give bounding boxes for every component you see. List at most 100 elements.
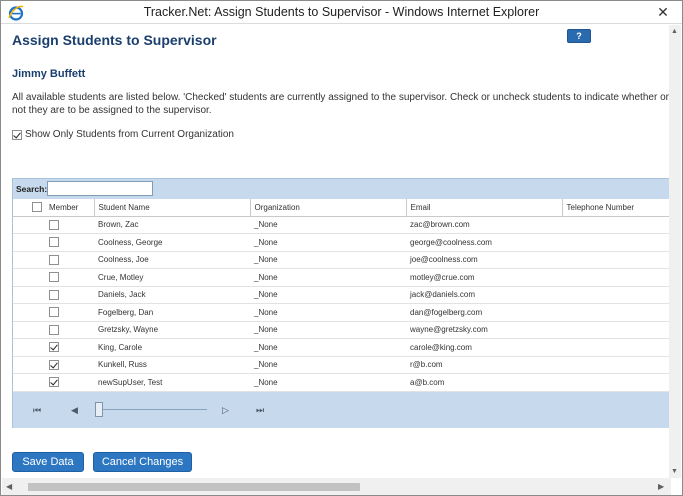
table-row[interactable]: Coolness, George _None george@coolness.com (13, 233, 671, 252)
member-checkbox[interactable] (48, 324, 59, 335)
scroll-right-icon[interactable]: ▶ (658, 482, 664, 491)
member-cell[interactable] (13, 286, 94, 304)
telephone-cell (562, 338, 671, 357)
show-only-checkbox[interactable] (12, 129, 22, 140)
title-bar: Tracker.Net: Assign Students to Supervis… (1, 1, 682, 24)
member-checkbox[interactable] (48, 377, 59, 388)
member-checkbox[interactable] (48, 254, 59, 265)
telephone-cell (562, 356, 671, 374)
organization-cell: _None (250, 356, 406, 374)
students-table: Member Student Name Organization Email T… (13, 199, 671, 392)
column-header-member[interactable]: Member (13, 199, 95, 217)
organization-cell: _None (250, 233, 406, 252)
member-header-label: Member (49, 202, 79, 212)
scroll-left-icon[interactable]: ◀ (6, 482, 12, 491)
first-page-button[interactable]: ⏮ (33, 405, 41, 415)
student-name-cell: Kunkell, Russ (94, 356, 250, 374)
member-cell[interactable] (13, 303, 94, 322)
telephone-cell (562, 268, 671, 287)
telephone-cell (562, 286, 671, 304)
student-name-cell: Gretzsky, Wayne (94, 321, 250, 339)
student-name-cell: Coolness, George (94, 233, 250, 252)
member-cell[interactable] (13, 373, 94, 392)
supervisor-name: Jimmy Buffett (12, 68, 86, 80)
student-name-cell: newSupUser, Test (94, 373, 250, 392)
students-grid: Search: Member Student Name Organization (12, 178, 671, 428)
member-checkbox[interactable] (48, 289, 59, 300)
table-header-row: Member Student Name Organization Email T… (13, 199, 671, 217)
member-checkbox[interactable] (48, 237, 59, 248)
email-cell: motley@crue.com (406, 268, 562, 287)
member-cell[interactable] (13, 321, 94, 339)
student-name-cell: Brown, Zac (94, 216, 250, 234)
show-only-current-org-toggle[interactable]: Show Only Students from Current Organiza… (12, 129, 234, 140)
show-only-label: Show Only Students from Current Organiza… (25, 129, 234, 140)
telephone-cell (562, 321, 671, 339)
email-cell: dan@fogelberg.com (406, 303, 562, 322)
member-cell[interactable] (13, 216, 94, 234)
page-slider-thumb[interactable] (95, 402, 103, 417)
member-checkbox[interactable] (48, 342, 59, 353)
column-header-telephone[interactable]: Telephone Number (562, 199, 671, 217)
member-cell[interactable] (13, 338, 94, 357)
email-cell: carole@king.com (406, 338, 562, 357)
telephone-cell (562, 303, 671, 322)
student-name-cell: Crue, Motley (94, 268, 250, 287)
telephone-cell (562, 216, 671, 234)
table-row[interactable]: Brown, Zac _None zac@brown.com (13, 216, 671, 234)
browser-window: Tracker.Net: Assign Students to Supervis… (0, 0, 683, 496)
previous-page-button[interactable]: ◀ (71, 405, 78, 415)
member-cell[interactable] (13, 233, 94, 252)
scroll-up-icon[interactable]: ▲ (671, 28, 678, 35)
vertical-scrollbar[interactable]: ▲ ▼ (669, 25, 681, 478)
save-data-button[interactable]: Save Data (12, 452, 84, 472)
page-slider-track[interactable] (99, 409, 207, 410)
member-checkbox[interactable] (48, 219, 59, 230)
telephone-cell (562, 373, 671, 392)
search-input[interactable] (47, 181, 153, 196)
window-title: Tracker.Net: Assign Students to Supervis… (143, 5, 540, 19)
member-checkbox[interactable] (48, 307, 59, 318)
column-header-student-name[interactable]: Student Name (94, 199, 251, 217)
close-window-button[interactable]: ✕ (653, 3, 673, 21)
email-cell: jack@daniels.com (406, 286, 562, 304)
page-title: Assign Students to Supervisor (12, 32, 217, 48)
grid-search-bar: Search: (13, 179, 671, 199)
member-cell[interactable] (13, 251, 94, 269)
table-row[interactable]: Kunkell, Russ _None r@b.com (13, 356, 671, 374)
organization-cell: _None (250, 216, 406, 234)
column-header-email[interactable]: Email (406, 199, 563, 217)
email-cell: a@b.com (406, 373, 562, 392)
table-row[interactable]: Daniels, Jack _None jack@daniels.com (13, 286, 671, 304)
student-name-cell: Coolness, Joe (94, 251, 250, 269)
column-header-organization[interactable]: Organization (250, 199, 407, 217)
organization-cell: _None (250, 251, 406, 269)
scroll-down-icon[interactable]: ▼ (671, 468, 678, 475)
student-name-cell: Fogelberg, Dan (94, 303, 250, 322)
cancel-changes-button[interactable]: Cancel Changes (93, 452, 192, 472)
table-row[interactable]: King, Carole _None carole@king.com (13, 338, 671, 357)
last-page-button[interactable]: ⏭ (256, 405, 264, 415)
email-cell: zac@brown.com (406, 216, 562, 234)
member-cell[interactable] (13, 356, 94, 374)
telephone-cell (562, 251, 671, 269)
organization-cell: _None (250, 338, 406, 357)
member-checkbox[interactable] (48, 359, 59, 370)
table-row[interactable]: Coolness, Joe _None joe@coolness.com (13, 251, 671, 269)
page-content: Assign Students to Supervisor ? Jimmy Bu… (2, 25, 671, 478)
email-cell: joe@coolness.com (406, 251, 562, 269)
horizontal-scrollbar[interactable]: ◀ ▶ (2, 478, 671, 495)
table-row[interactable]: Crue, Motley _None motley@crue.com (13, 268, 671, 287)
member-cell[interactable] (13, 268, 94, 287)
table-row[interactable]: newSupUser, Test _None a@b.com (13, 373, 671, 392)
email-cell: r@b.com (406, 356, 562, 374)
next-page-button[interactable]: ▷ (222, 405, 229, 415)
member-checkbox[interactable] (48, 272, 59, 283)
horizontal-scroll-thumb[interactable] (28, 483, 360, 491)
table-row[interactable]: Gretzsky, Wayne _None wayne@gretzsky.com (13, 321, 671, 339)
student-name-cell: Daniels, Jack (94, 286, 250, 304)
select-all-checkbox[interactable] (32, 202, 42, 212)
organization-cell: _None (250, 373, 406, 392)
help-button[interactable]: ? (567, 29, 591, 43)
table-row[interactable]: Fogelberg, Dan _None dan@fogelberg.com (13, 303, 671, 322)
